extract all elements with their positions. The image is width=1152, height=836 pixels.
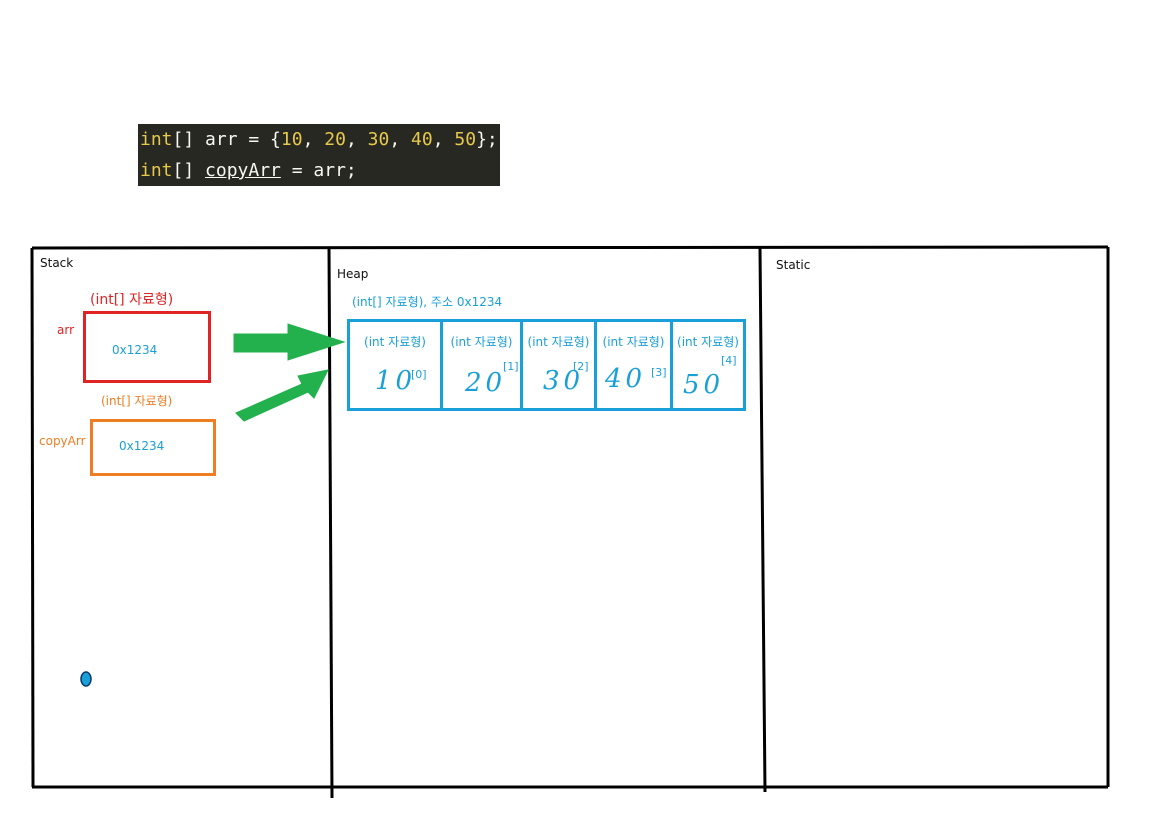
cell-value: 10: [375, 366, 417, 396]
cell-index: [0]: [411, 368, 427, 381]
cell-value: 40: [605, 364, 647, 394]
heap-static-divider: [758, 247, 767, 793]
cell-value: 20: [465, 368, 507, 398]
stack-label: Stack: [40, 256, 74, 270]
arr-variable-name: arr: [57, 323, 75, 337]
heap-cell-4: (int 자료형) 50 [4]: [670, 319, 746, 411]
cell-type-label: (int 자료형): [364, 335, 426, 349]
arr-address-value: 0x1234: [112, 343, 158, 357]
cell-index: [3]: [651, 366, 667, 379]
cell-type-label: (int 자료형): [527, 335, 590, 349]
heap-label: Heap: [337, 267, 369, 281]
top-border: [31, 245, 1109, 250]
copyarr-address-value: 0x1234: [119, 439, 165, 453]
heap-cell-0: (int 자료형) 10 [0]: [347, 319, 443, 411]
heap-cell-3: (int 자료형) 40 [3]: [594, 319, 673, 411]
copyarr-variable-box: 0x1234: [90, 419, 216, 476]
pointer-arrows: [233, 323, 346, 422]
arr-type-label: (int[] 자료형): [90, 292, 174, 308]
cell-type-label: (int 자료형): [450, 335, 513, 349]
arr-pointer-arrow: [233, 323, 346, 361]
cell-index: [4]: [721, 354, 737, 367]
cell-value: 50: [683, 370, 725, 400]
copyarr-pointer-arrow: [235, 369, 329, 422]
cell-index: [1]: [503, 360, 519, 373]
heap-cell-2: (int 자료형) 30 [2]: [520, 319, 597, 411]
copyarr-type-label: (int[] 자료형): [101, 394, 173, 408]
memory-regions-outline: [30, 245, 1110, 799]
copyarr-variable-name: copyArr: [39, 434, 86, 448]
heap-array-header: (int[] 자료형), 주소 0x1234: [352, 295, 503, 309]
stack-heap-divider: [327, 247, 334, 799]
cell-type-label: (int 자료형): [602, 335, 665, 349]
cell-type-label: (int 자료형): [677, 335, 739, 349]
left-border: [30, 247, 35, 788]
stray-mark: [80, 671, 92, 687]
static-label: Static: [776, 258, 811, 272]
heap-cell-1: (int 자료형) 20 [1]: [440, 319, 523, 411]
arr-variable-box: 0x1234: [83, 311, 211, 383]
cell-index: [2]: [573, 360, 589, 373]
